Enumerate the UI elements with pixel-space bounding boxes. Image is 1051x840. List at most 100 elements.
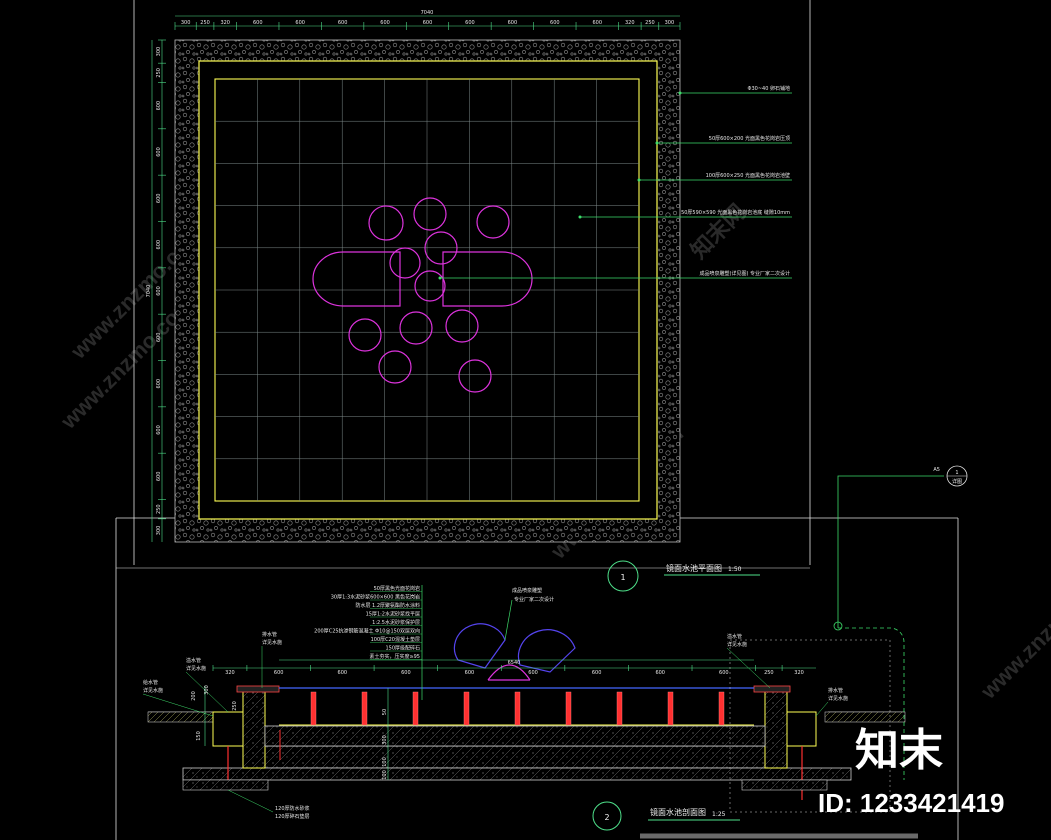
section-left-label: 溢水管 [186,657,201,664]
section-top-dim: 600 [338,670,348,676]
plan-left-dimensions: 300 250 600 600 600 600 600 600 600 600 600 250 300 7… [146,39,166,542]
section-top-dim: 600 [528,670,538,676]
support-post [310,691,317,726]
section-side-dim: 150 [196,731,202,741]
section-side-dim: 250 [232,701,238,711]
plan-left-dim: 600 [156,194,162,204]
left-paving [147,711,214,723]
section-layer-note: 50厚黑色光面花岗岩 [374,585,420,592]
coping-right [753,685,791,693]
plan-left-dim: 600 [156,333,162,343]
note-leader-dot [637,178,641,182]
section-drawing: 6540320 600 600 600 600 600 600 600 600 250 320 50… [142,585,918,839]
pool-wall-right [764,687,788,769]
section-top-dim: 600 [655,670,665,676]
section-right-label: 详见水施 [828,695,848,702]
plan-top-dim: 600 [295,20,305,26]
section-left-label: 排水管 [262,631,277,638]
sculpture-leader [504,599,513,641]
section-top-dim: 600 [274,670,284,676]
section-top-dim: 600 [465,670,475,676]
sculpture-note-1: 成品喷泉雕塑 [512,587,542,594]
section-left-label: 给水管 [143,679,158,686]
brand-logo-text: 知末 [855,726,943,775]
plan-left-dim: 250 [156,504,162,514]
callout-leader [837,475,944,628]
section-right-labels: 溢水管详见水施排水管详见水施 [726,633,848,717]
section-index-number: 2 [604,813,609,822]
section-top-dim: 250 [764,670,774,676]
section-layer-note: 100厚C20混凝土垫层 [371,636,420,643]
plan-top-dim: 600 [253,20,263,26]
callout-sheet: 详图 [952,478,962,485]
plan-index-number: 1 [620,573,625,582]
plan-left-dim: 250 [156,68,162,78]
section-top-dimensions: 6540 320 600 600 600 600 600 600 600 600 250 320 [212,659,816,676]
plan-left-dim: 600 [156,240,162,250]
section-side-dim: 200 [191,691,197,701]
plan-top-dim: 250 [645,20,655,26]
support-post [463,691,470,726]
support-post [514,691,521,726]
plan-note: 成品喷泉雕塑(详见图) 专业厂家二次设计 [700,270,791,277]
plan-top-dim: 600 [550,20,560,26]
left-drain-trench [212,711,244,747]
note-leader-dot [655,141,659,145]
section-layer-note: 200厚C25抗渗钢筋混凝土 Φ10@150双层双向 [314,628,420,635]
section-left-label: 120厚碎石垫层 [275,813,310,820]
watermark-text: www.znzmo.com [975,561,1051,704]
plan-top-dim: 600 [465,20,475,26]
base-concrete [264,745,786,769]
plan-top-dim: 250 [200,20,210,26]
section-side-dim: 300 [382,735,388,745]
section-layer-note: 素土夯实，压实度≥95 [369,653,420,660]
right-drain-trench [785,711,817,747]
section-side-dim: 300 [204,685,210,695]
callout-number: 1 [955,470,958,476]
pool-floor-slab [264,725,766,747]
plan-left-dim: 600 [156,147,162,157]
section-layer-note: 150厚级配碎石 [385,645,420,652]
plan-left-dim: 600 [156,286,162,296]
section-left-label: 详见水施 [262,639,282,646]
section-layer-notes: 50厚黑色光面花岗岩 30厚1:3水泥砂浆600×600 黑色花岗岩防水层 1.2… [314,585,423,700]
section-top-dim: 600 [401,670,411,676]
plan-left-dim: 600 [156,425,162,435]
section-side-dim: 50 [382,709,388,715]
section-layer-note: 1:2.5水泥砂浆保护层 [372,619,420,626]
sculpture-note-2: 专业厂家二次设计 [514,596,554,603]
section-scale: 1:25 [712,811,726,818]
section-left-label: 120厚防水砂浆 [275,805,310,812]
footing-right [741,779,828,791]
right-paving [824,711,906,723]
plan-top-dimensions: 7040 300 250 320 600 600 600 600 600 600 600 600 600… [174,10,681,30]
label-leader [227,789,274,813]
section-side-dim: 100 [382,757,388,767]
section-title: 镜面水池剖面图 [650,807,706,817]
coping-left [236,685,280,693]
section-layer-note: 防水层 1.2厚聚氨酯防水涂料 [355,602,420,609]
brand-id: ID: 1233421419 [818,788,1004,818]
plan-left-dim: 300 [156,526,162,536]
callout-label: A5 [933,467,940,473]
plan-overall-dim: 7040 [421,10,434,16]
support-post [616,691,623,726]
note-leader-dot [578,215,582,219]
section-right-label: 溢水管 [727,633,742,640]
section-top-dim: 600 [592,670,602,676]
section-overall-dim: 6540 [508,660,521,666]
section-top-dim: 320 [794,670,804,676]
plan-left-dim: 600 [156,472,162,482]
plan-scale: 1:50 [728,566,742,573]
plan-top-dim: 600 [592,20,602,26]
plan-top-dim: 320 [625,20,635,26]
plan-note: Φ30~40 卵石铺地 [748,85,790,92]
support-post [361,691,368,726]
section-right-label: 排水管 [828,687,843,694]
plan-left-dim: 300 [156,47,162,57]
section-side-dim: 100 [382,770,388,780]
plan-note: 50厚590×590 光面黑色花岗岩池底 缝隙10mm [681,209,790,216]
plan-top-dim: 320 [220,20,230,26]
plan-note: 100厚600×250 光面黑色花岗岩池壁 [706,172,790,179]
gravel-base [182,767,852,781]
